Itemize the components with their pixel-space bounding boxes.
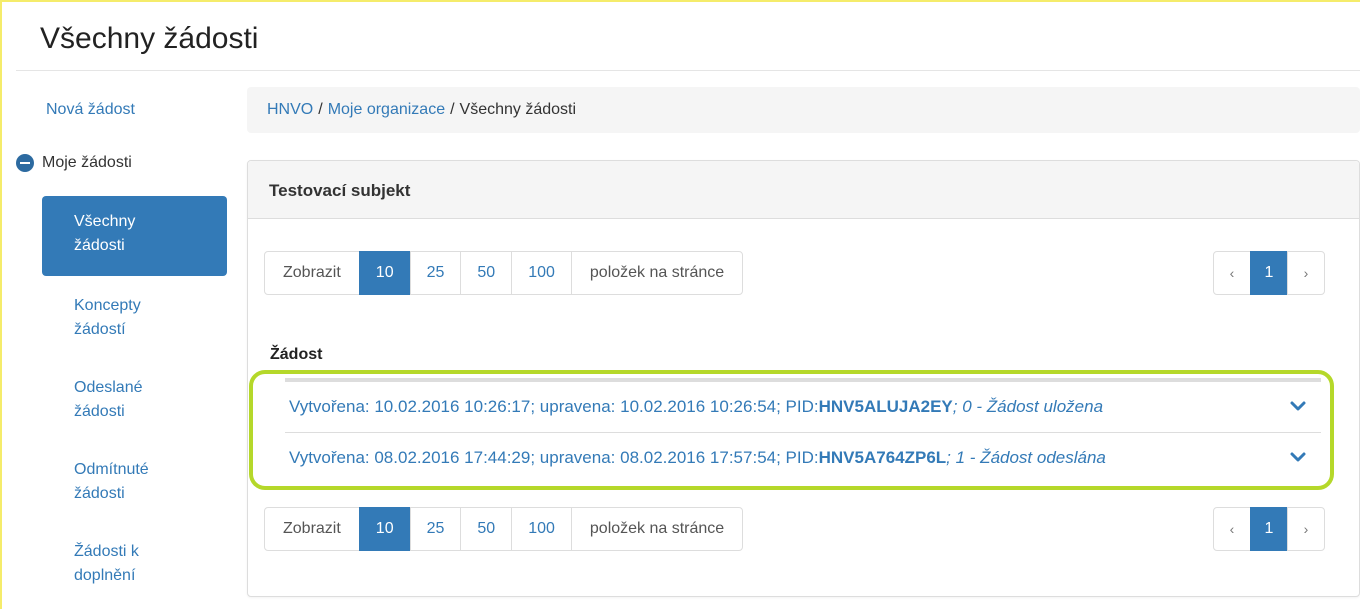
pagination-prev-button[interactable]: ‹ [1213,507,1251,551]
page-size-option-50[interactable]: 50 [460,507,513,551]
page-size-option-25[interactable]: 25 [409,507,462,551]
page-size-option-10[interactable]: 10 [358,507,411,551]
page-size-option-50[interactable]: 50 [460,251,513,295]
request-row[interactable]: Vytvořena: 10.02.2016 10:26:17; upravena… [267,382,1337,432]
breadcrumb: HNVO / Moje organizace / Všechny žádosti [247,87,1360,133]
page-size-prefix: Zobrazit [264,507,360,551]
requests-panel: Testovací subjekt Zobrazit 10 25 50 100 … [247,160,1360,597]
panel-heading: Testovací subjekt [248,161,1359,219]
request-row-status: ; 0 - Žádost uložena [952,397,1104,416]
page-size-option-10[interactable]: 10 [358,251,411,295]
chevron-down-icon[interactable] [1289,397,1307,415]
page-size-selector-top: Zobrazit 10 25 50 100 položek na stránce [264,251,744,295]
request-row-pid: HNV5ALUJA2EY [818,397,953,416]
page-size-prefix: Zobrazit [264,251,360,295]
breadcrumb-link-hnvo[interactable]: HNVO [267,101,313,119]
pagination-bottom: ‹ 1 › [1213,507,1325,551]
page-title: Všechny žádosti [40,22,259,55]
page-size-option-100[interactable]: 100 [511,507,572,551]
pagination-next-button[interactable]: › [1287,507,1325,551]
sidebar-item-all-requests[interactable]: Všechny žádosti [42,196,227,276]
column-header-request: Žádost [270,346,323,363]
page-size-selector-bottom: Zobrazit 10 25 50 100 položek na stránce [264,507,744,551]
sidebar-my-requests-label: Moje žádosti [42,154,132,171]
title-divider [16,70,1360,71]
requests-list: Vytvořena: 10.02.2016 10:26:17; upravena… [267,378,1337,482]
sidebar-item-label: Všechny žádosti [74,213,136,254]
request-row[interactable]: Vytvořena: 08.02.2016 17:44:29; upravena… [285,432,1321,482]
sidebar-item-sent[interactable]: Odeslané žádosti [74,376,184,424]
pagination-next-button[interactable]: › [1287,251,1325,295]
pagination-top: ‹ 1 › [1213,251,1325,295]
page-size-option-100[interactable]: 100 [511,251,572,295]
breadcrumb-current: Všechny žádosti [459,101,577,118]
chevron-down-icon[interactable] [1289,448,1307,466]
pagination-prev-button[interactable]: ‹ [1213,251,1251,295]
breadcrumb-separator: / [318,101,323,118]
page-size-suffix: položek na stránce [570,251,744,295]
sidebar-item-drafts[interactable]: Koncepty žádostí [74,294,184,342]
request-row-text: Vytvořena: 08.02.2016 17:44:29; upravena… [289,447,819,467]
breadcrumb-link-organization[interactable]: Moje organizace [328,101,445,119]
page-size-suffix: položek na stránce [570,507,744,551]
pagination-page-1[interactable]: 1 [1250,507,1288,551]
sidebar-item-rejected[interactable]: Odmítnuté žádosti [74,458,184,506]
page-size-option-25[interactable]: 25 [409,251,462,295]
request-row-pid: HNV5A764ZP6L [818,447,947,467]
request-row-status: ; 1 - Žádost odeslána [946,447,1106,467]
sidebar-new-request-link[interactable]: Nová žádost [46,98,135,122]
request-row-text: Vytvořena: 10.02.2016 10:26:17; upravena… [289,397,819,416]
breadcrumb-separator: / [450,101,455,118]
pagination-page-1[interactable]: 1 [1250,251,1288,295]
sidebar-my-requests-toggle[interactable]: Moje žádosti [16,154,132,172]
sidebar-item-to-complete[interactable]: Žádosti k doplnění [74,540,184,588]
collapse-minus-icon [16,154,34,172]
